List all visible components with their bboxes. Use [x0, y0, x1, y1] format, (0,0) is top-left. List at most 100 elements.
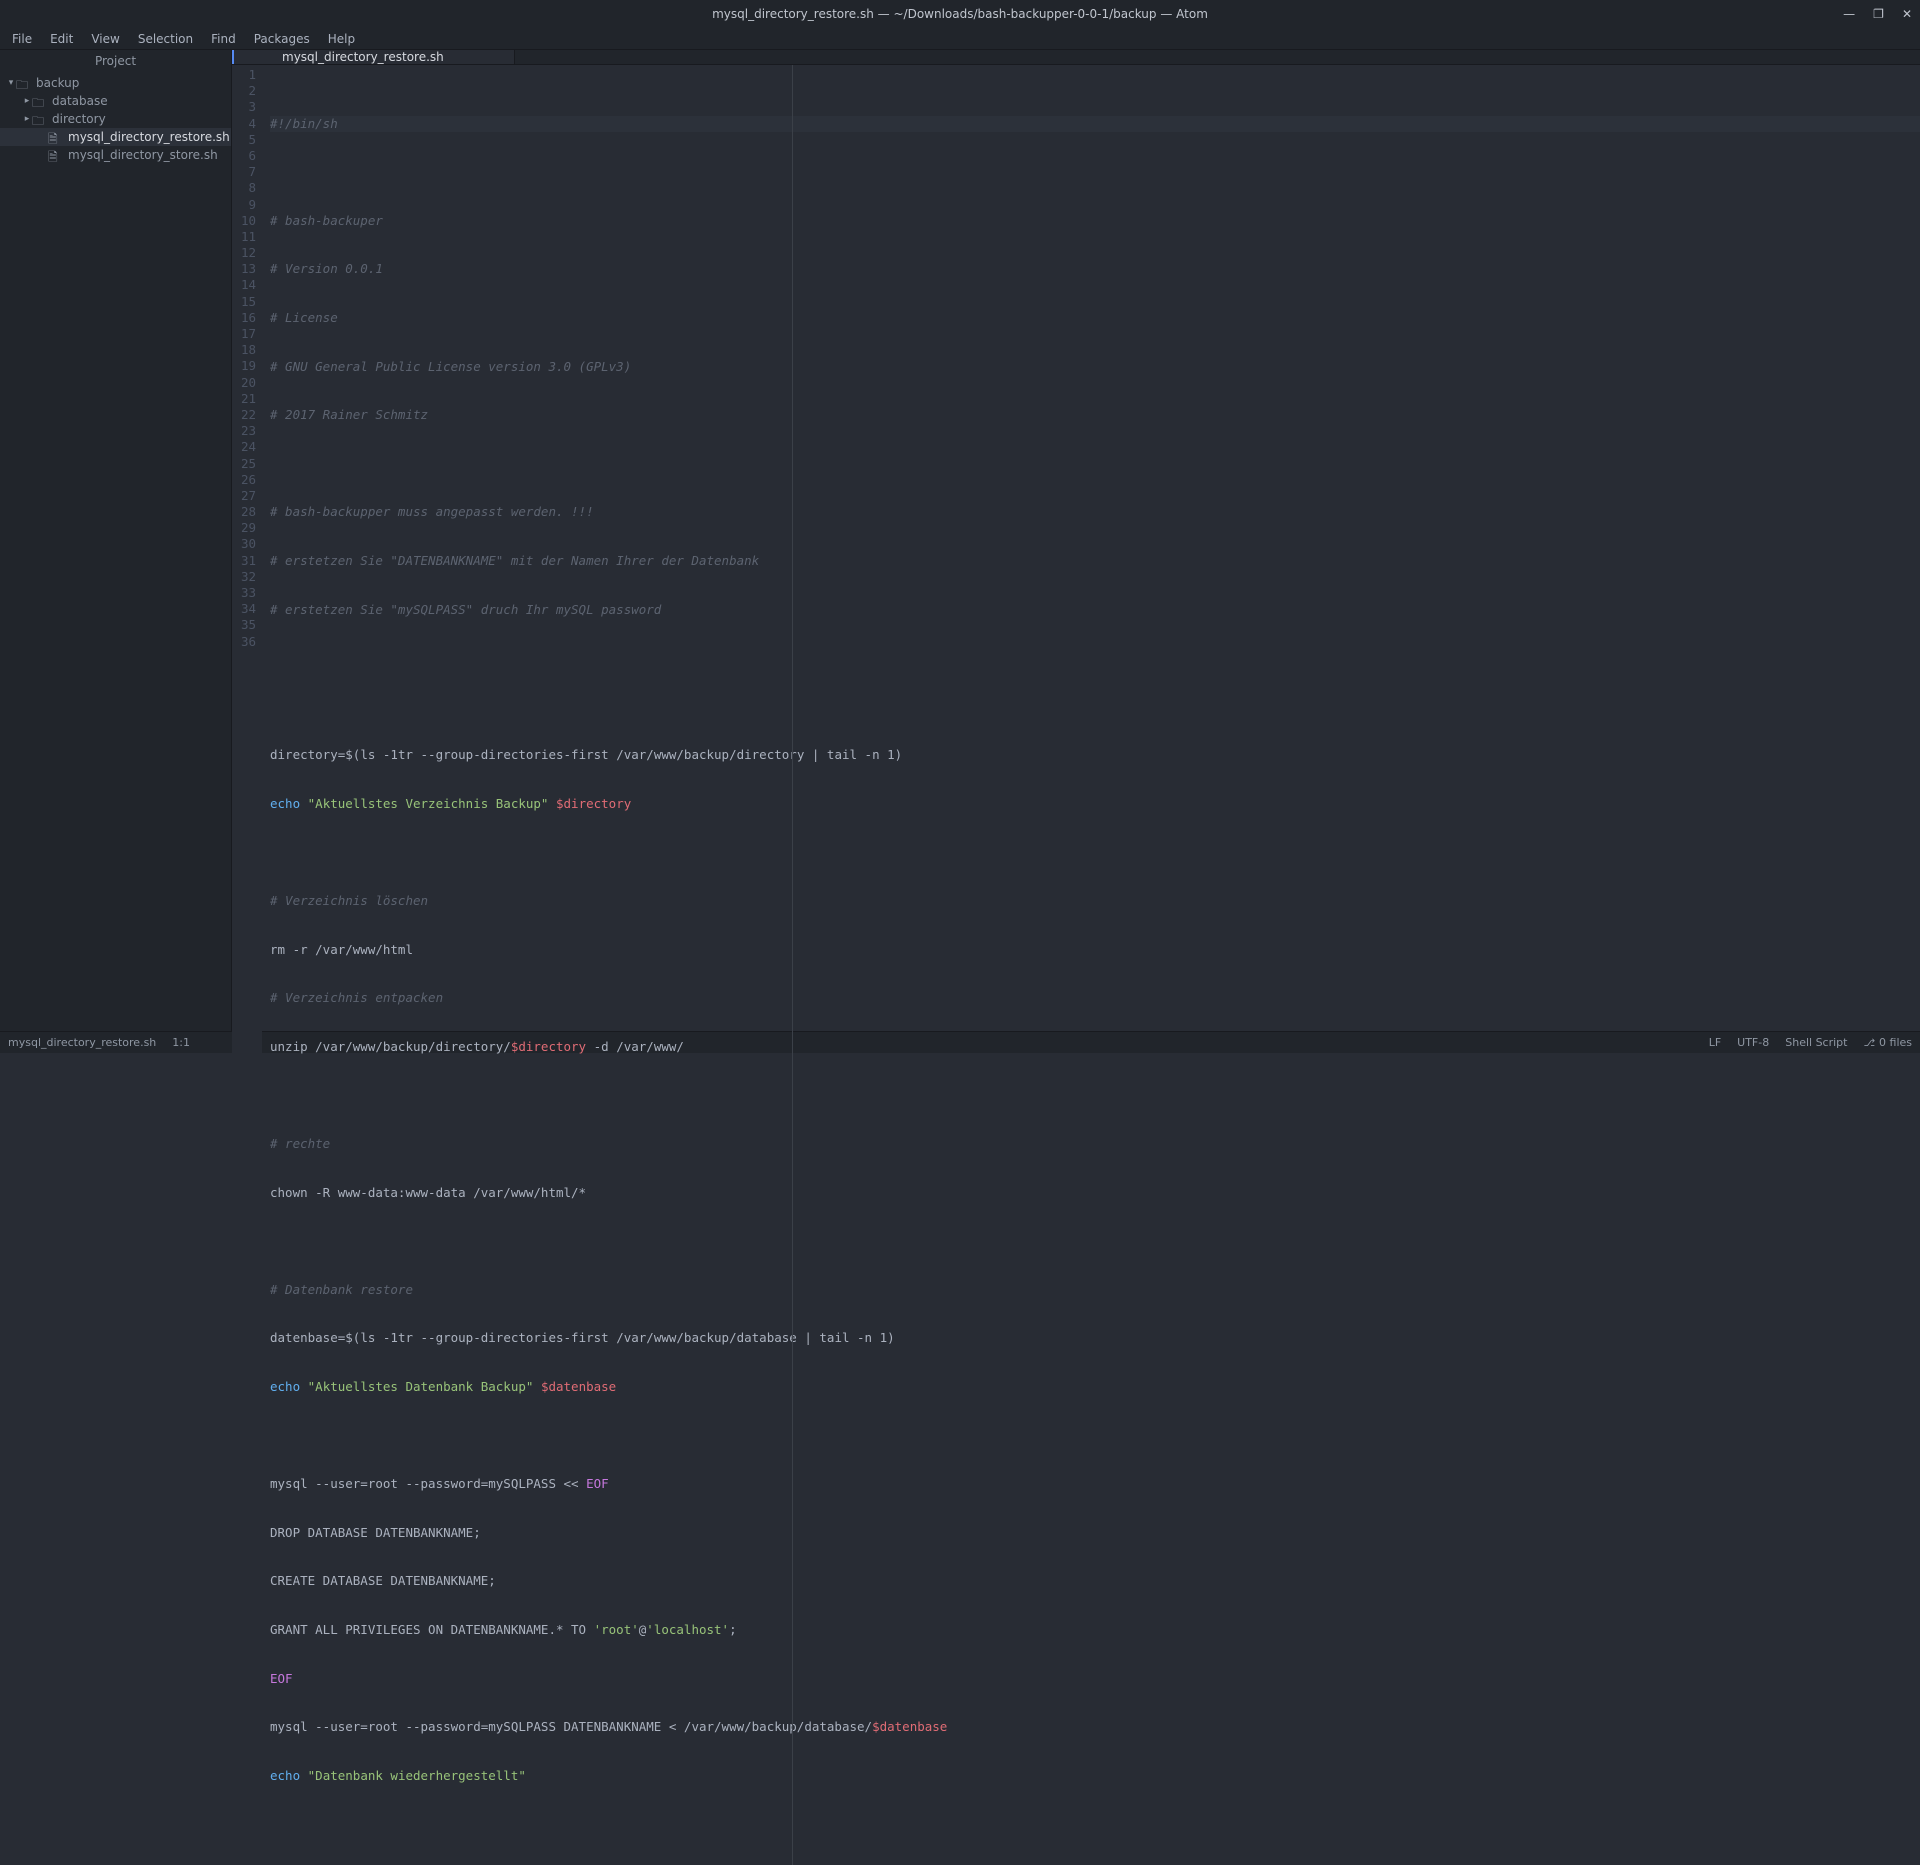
code-line: datenbase=$(ls -1tr --group-directories-… — [270, 1330, 1920, 1346]
menu-view[interactable]: View — [83, 30, 127, 48]
code-line: # erstetzen Sie "DATENBANKNAME" mit der … — [270, 553, 1920, 569]
close-button[interactable]: ✕ — [1902, 7, 1912, 21]
code-line — [270, 164, 1920, 180]
code-line: CREATE DATABASE DATENBANKNAME; — [270, 1573, 1920, 1589]
code-line: # Verzeichnis löschen — [270, 893, 1920, 909]
line-number: 10 — [232, 213, 256, 229]
line-number: 23 — [232, 423, 256, 439]
line-number: 21 — [232, 391, 256, 407]
code-line — [270, 1428, 1920, 1444]
folder-icon — [32, 112, 46, 126]
line-number: 12 — [232, 245, 256, 261]
line-number: 7 — [232, 164, 256, 180]
code-line: echo "Aktuellstes Verzeichnis Backup" $d… — [270, 796, 1920, 812]
tree-file-restore[interactable]: mysql_directory_restore.sh — [0, 128, 231, 146]
line-number: 24 — [232, 439, 256, 455]
line-number: 36 — [232, 634, 256, 650]
line-number: 26 — [232, 472, 256, 488]
line-number: 9 — [232, 197, 256, 213]
tab-mysql-directory-restore[interactable]: mysql_directory_restore.sh — [232, 50, 515, 64]
line-number: 30 — [232, 536, 256, 552]
line-number: 33 — [232, 585, 256, 601]
code-line: # bash-backuper — [270, 213, 1920, 229]
tree-label: mysql_directory_restore.sh — [68, 130, 230, 144]
menu-find[interactable]: Find — [203, 30, 244, 48]
line-number: 27 — [232, 488, 256, 504]
tree-label: backup — [36, 76, 79, 90]
line-number: 19 — [232, 358, 256, 374]
code-line — [270, 699, 1920, 715]
code-line: # erstetzen Sie "mySQLPASS" druch Ihr my… — [270, 602, 1920, 618]
folder-icon — [32, 94, 46, 108]
line-number: 11 — [232, 229, 256, 245]
line-number: 32 — [232, 569, 256, 585]
code-line: # GNU General Public License version 3.0… — [270, 359, 1920, 375]
code-line: #!/bin/sh — [270, 116, 1920, 132]
status-filename[interactable]: mysql_directory_restore.sh — [8, 1036, 156, 1049]
menu-help[interactable]: Help — [320, 30, 363, 48]
code-line: chown -R www-data:www-data /var/www/html… — [270, 1185, 1920, 1201]
code-line: rm -r /var/www/html — [270, 942, 1920, 958]
code-line — [270, 845, 1920, 861]
tree-label: mysql_directory_store.sh — [68, 148, 218, 162]
line-number: 25 — [232, 456, 256, 472]
line-number: 29 — [232, 520, 256, 536]
file-icon — [48, 148, 62, 162]
tree-folder-database[interactable]: database — [0, 92, 231, 110]
minimize-button[interactable]: — — [1843, 7, 1855, 21]
line-number: 28 — [232, 504, 256, 520]
gutter: 1 2 3 4 5 6 7 8 9 10 11 12 13 14 15 16 1… — [232, 65, 262, 1865]
code-line: DROP DATABASE DATENBANKNAME; — [270, 1525, 1920, 1541]
window-title: mysql_directory_restore.sh — ~/Downloads… — [712, 7, 1208, 21]
line-number: 5 — [232, 132, 256, 148]
code-line: # Datenbank restore — [270, 1282, 1920, 1298]
status-cursor-position[interactable]: 1:1 — [172, 1036, 190, 1049]
line-number: 20 — [232, 375, 256, 391]
code-line: # Version 0.0.1 — [270, 261, 1920, 277]
sidebar: Project backup database directory mysql_… — [0, 50, 232, 1031]
code-line: # bash-backupper muss angepasst werden. … — [270, 504, 1920, 520]
code-line — [270, 1087, 1920, 1103]
line-number: 4 — [232, 116, 256, 132]
code-line: mysql --user=root --password=mySQLPASS D… — [270, 1719, 1920, 1735]
code-content[interactable]: #!/bin/sh # bash-backuper # Version 0.0.… — [262, 65, 1920, 1865]
tree-folder-directory[interactable]: directory — [0, 110, 231, 128]
menu-file[interactable]: File — [4, 30, 40, 48]
tree-label: database — [52, 94, 108, 108]
line-number: 31 — [232, 553, 256, 569]
menu-selection[interactable]: Selection — [130, 30, 201, 48]
line-number: 8 — [232, 180, 256, 196]
code-line — [270, 456, 1920, 472]
code-line: mysql --user=root --password=mySQLPASS <… — [270, 1476, 1920, 1492]
code-line — [270, 650, 1920, 666]
tree-file-store[interactable]: mysql_directory_store.sh — [0, 146, 231, 164]
chevron-right-icon — [22, 96, 32, 106]
code-line: # Verzeichnis entpacken — [270, 990, 1920, 1006]
menu-edit[interactable]: Edit — [42, 30, 81, 48]
chevron-down-icon — [6, 78, 16, 88]
line-number: 35 — [232, 617, 256, 633]
code-line: # 2017 Rainer Schmitz — [270, 407, 1920, 423]
line-number: 34 — [232, 601, 256, 617]
tab-label: mysql_directory_restore.sh — [282, 50, 444, 64]
menu-packages[interactable]: Packages — [246, 30, 318, 48]
line-number: 14 — [232, 277, 256, 293]
line-number: 3 — [232, 99, 256, 115]
code-line: # rechte — [270, 1136, 1920, 1152]
line-number: 16 — [232, 310, 256, 326]
project-tree: backup database directory mysql_director… — [0, 72, 231, 1031]
line-number: 22 — [232, 407, 256, 423]
chevron-right-icon — [22, 114, 32, 124]
line-number: 6 — [232, 148, 256, 164]
code-line: GRANT ALL PRIVILEGES ON DATENBANKNAME.* … — [270, 1622, 1920, 1638]
code-line: # License — [270, 310, 1920, 326]
line-number: 1 — [232, 67, 256, 83]
code-line: echo "Aktuellstes Datenbank Backup" $dat… — [270, 1379, 1920, 1395]
tree-root-backup[interactable]: backup — [0, 74, 231, 92]
code-line — [270, 1816, 1920, 1832]
text-editor[interactable]: 1 2 3 4 5 6 7 8 9 10 11 12 13 14 15 16 1… — [232, 65, 1920, 1865]
editor-area: mysql_directory_restore.sh 1 2 3 4 5 6 7… — [232, 50, 1920, 1031]
line-number: 15 — [232, 294, 256, 310]
maximize-button[interactable]: ❐ — [1873, 7, 1884, 21]
code-line — [270, 1233, 1920, 1249]
